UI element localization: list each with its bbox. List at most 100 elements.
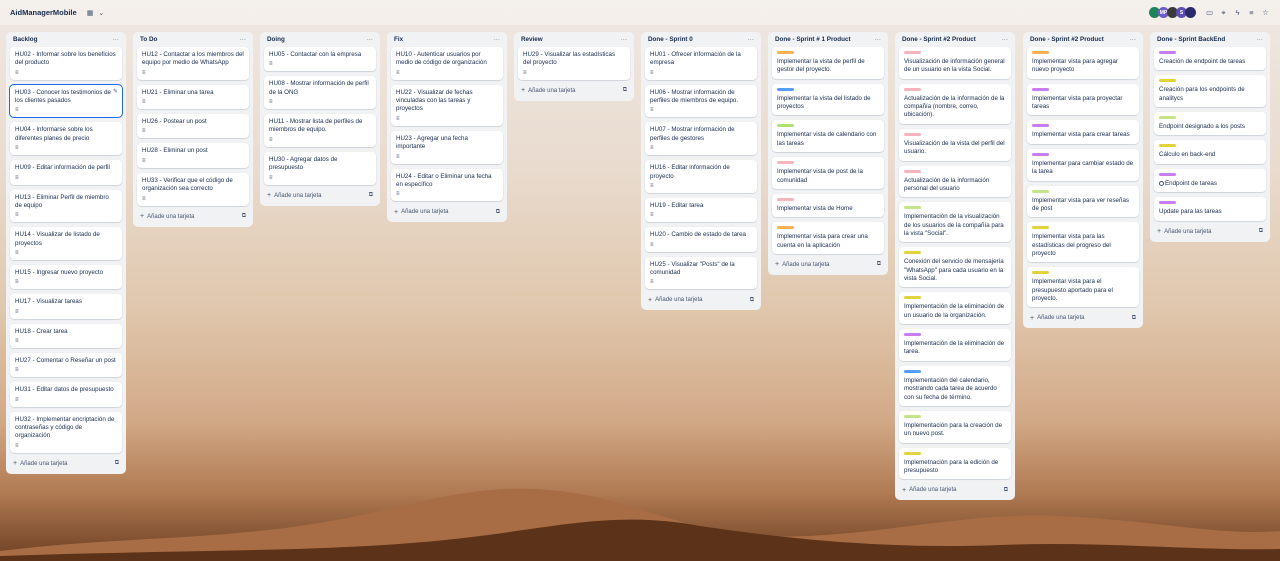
card[interactable]: HU01 - Ofrecer información de la empresa…: [645, 47, 757, 80]
card-view-icon[interactable]: ▭: [1205, 8, 1214, 17]
add-card-button[interactable]: + Añade una tarjeta ⧉: [391, 206, 503, 218]
card[interactable]: Implementación del calendario, mostrando…: [899, 365, 1011, 406]
template-icon[interactable]: ⧉: [750, 297, 754, 304]
card[interactable]: Actualización de la información personal…: [899, 165, 1011, 198]
more-options-icon[interactable]: ···: [748, 36, 754, 43]
card[interactable]: HU25 - Visualizar "Posts" de la comunida…: [645, 256, 757, 290]
list-header[interactable]: Done - Sprint BackEnd ···: [1154, 32, 1266, 47]
list-title[interactable]: Review: [521, 36, 543, 43]
card[interactable]: Implementar vista de Home: [772, 193, 884, 218]
template-icon[interactable]: ⧉: [242, 213, 246, 220]
card-label[interactable]: [904, 169, 921, 173]
lightning-icon[interactable]: ϟ: [1233, 8, 1242, 17]
card[interactable]: Implementar vista para ver reseñas de po…: [1027, 185, 1139, 218]
list-title[interactable]: Backlog: [13, 36, 38, 43]
card[interactable]: HU02 - Informar sobre los beneficios del…: [10, 47, 122, 80]
template-icon[interactable]: ⧉: [877, 261, 881, 268]
more-options-icon[interactable]: ···: [494, 36, 500, 43]
card[interactable]: Implementar la vista de perfil de gestor…: [772, 47, 884, 79]
template-icon[interactable]: ⧉: [115, 460, 119, 467]
card-label[interactable]: [904, 87, 921, 91]
more-options-icon[interactable]: ···: [621, 36, 627, 43]
card-label[interactable]: [1159, 79, 1176, 83]
card-label[interactable]: [1032, 87, 1049, 91]
list-header[interactable]: Done - Sprint #2 Product ···: [1027, 32, 1139, 47]
card[interactable]: Cálculo en back-end: [1154, 140, 1266, 164]
card[interactable]: Update para las tareas: [1154, 197, 1266, 221]
card[interactable]: HU29 - Visualizar las estadísticas del p…: [518, 47, 630, 80]
chevron-down-icon[interactable]: ⌄: [98, 9, 104, 17]
card[interactable]: HU23 - Agregar una fecha importante ≡: [391, 130, 503, 164]
list-header[interactable]: Fix ···: [391, 32, 503, 47]
list-title[interactable]: Fix: [394, 36, 403, 43]
more-options-icon[interactable]: ···: [1130, 36, 1136, 43]
list-header[interactable]: Done - Sprint #2 Product ···: [899, 32, 1011, 47]
card[interactable]: Implementación de la eliminación de un u…: [899, 292, 1011, 325]
card[interactable]: Implementar vista para crear tareas: [1027, 120, 1139, 144]
list-title[interactable]: Done - Sprint BackEnd: [1157, 36, 1225, 43]
list-header[interactable]: Doing ···: [264, 32, 376, 47]
card[interactable]: HU08 - Mostrar información de perfil de …: [264, 76, 376, 110]
card[interactable]: HU32 - Implementar encriptación de contr…: [10, 411, 122, 453]
card-label[interactable]: [1159, 201, 1176, 205]
card-label[interactable]: [904, 333, 921, 337]
card[interactable]: HU15 - Ingresar nuevo proyecto ≡: [10, 264, 122, 290]
list-title[interactable]: Done - Sprint #2 Product: [1030, 36, 1104, 43]
card[interactable]: Implementar vista para el presupuesto ap…: [1027, 267, 1139, 308]
card[interactable]: HU20 - Cambio de estado de tarea ≡: [645, 227, 757, 252]
card[interactable]: HU03 - Conocer los testimonios de los cl…: [9, 83, 123, 119]
list-title[interactable]: Done - Sprint # 1 Product: [775, 36, 851, 43]
card[interactable]: Creación de endpoint de tareas: [1154, 47, 1266, 71]
card[interactable]: HU13 - Eliminar Perfil de miembro de equ…: [10, 189, 122, 223]
complete-circle-icon[interactable]: [1159, 180, 1164, 186]
add-card-button[interactable]: + Añade una tarjeta ⧉: [137, 211, 249, 223]
card-label[interactable]: [904, 451, 921, 455]
add-card-button[interactable]: + Añade una tarjeta ⧉: [1027, 312, 1139, 324]
template-icon[interactable]: ⧉: [1004, 487, 1008, 494]
list-header[interactable]: Done - Sprint 0 ···: [645, 32, 757, 47]
card[interactable]: HU26 - Postear un post ≡: [137, 114, 249, 139]
card[interactable]: HU05 - Contactar con la empresa ≡: [264, 47, 376, 72]
card[interactable]: HU04 - Informarse sobre los diferentes p…: [10, 122, 122, 156]
add-card-button[interactable]: + Añade una tarjeta ⧉: [645, 294, 757, 306]
card[interactable]: Implementar para cambiar estado de la ta…: [1027, 148, 1139, 181]
add-card-button[interactable]: + Añade una tarjeta ⧉: [10, 458, 122, 470]
more-options-icon[interactable]: ···: [113, 36, 119, 43]
more-options-icon[interactable]: ···: [240, 36, 246, 43]
card[interactable]: Actualización de la información de la co…: [899, 83, 1011, 124]
board-title[interactable]: AidManagerMobile: [10, 8, 77, 17]
card[interactable]: HU30 - Agregar datos de presupuesto ≡: [264, 151, 376, 185]
card-label[interactable]: [777, 87, 794, 91]
card[interactable]: Implementar vista de post de la comunida…: [772, 157, 884, 189]
card-label[interactable]: [904, 206, 921, 210]
card[interactable]: Implementar vista para crear una cuenta …: [772, 222, 884, 254]
card[interactable]: HU16 - Editar información de proyecto ≡: [645, 160, 757, 193]
card[interactable]: Visualización de la vista del perfil del…: [899, 128, 1011, 161]
add-card-button[interactable]: + Añade una tarjeta ⧉: [899, 484, 1011, 496]
card[interactable]: Implementación para la creación de un nu…: [899, 410, 1011, 443]
list-title[interactable]: Doing: [267, 36, 285, 43]
list-title[interactable]: Done - Sprint #2 Product: [902, 36, 976, 43]
card[interactable]: HU31 - Editar datos de presupuesto ≡: [10, 382, 122, 407]
filter-icon[interactable]: ≡: [1247, 8, 1256, 17]
card-label[interactable]: [1159, 51, 1176, 54]
card-label[interactable]: [1032, 51, 1049, 54]
card[interactable]: Implementación de la eliminación de tare…: [899, 329, 1011, 361]
card[interactable]: HU17 - Visualizar tareas ≡: [10, 294, 122, 319]
card[interactable]: Implemetnación para la edición de presup…: [899, 447, 1011, 480]
card[interactable]: HU21 - Eliminar una tarea ≡: [137, 84, 249, 110]
member-avatar[interactable]: [1185, 7, 1196, 18]
template-icon[interactable]: ⧉: [496, 209, 500, 216]
list-header[interactable]: To Do ···: [137, 32, 249, 47]
more-options-icon[interactable]: ···: [1002, 36, 1008, 43]
card[interactable]: Implementación de la visualización de lo…: [899, 202, 1011, 243]
more-options-icon[interactable]: ···: [1257, 36, 1263, 43]
card-label[interactable]: [1032, 152, 1049, 156]
card[interactable]: HU06 - Mostrar información de perfiles d…: [645, 84, 757, 118]
card[interactable]: HU12 - Contactar a los miembros del equi…: [137, 47, 249, 80]
card[interactable]: Visualización de información general de …: [899, 47, 1011, 79]
add-card-button[interactable]: + Añade una tarjeta ⧉: [1154, 226, 1266, 238]
card-label[interactable]: [1032, 226, 1049, 230]
card[interactable]: HU18 - Crear tarea ≡: [10, 323, 122, 349]
card-label[interactable]: [777, 51, 794, 54]
